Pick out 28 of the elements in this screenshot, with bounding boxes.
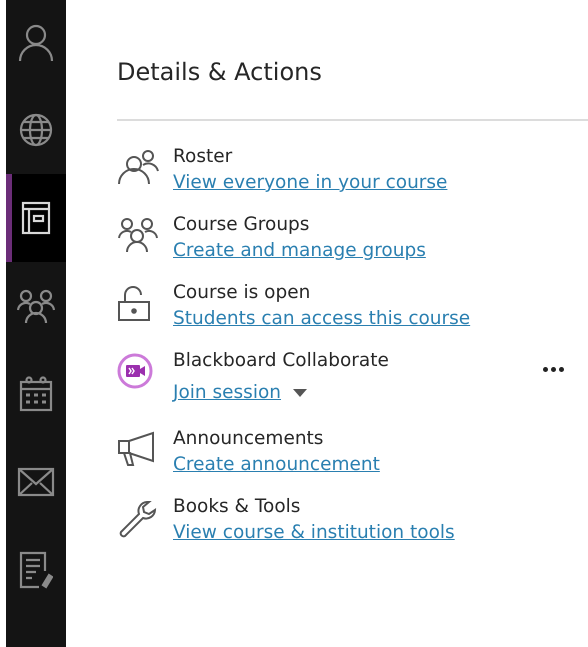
caret-icon[interactable] — [293, 389, 308, 397]
panel-title: Details & Actions — [117, 58, 323, 88]
unlocked-padlock-icon — [117, 285, 151, 321]
course-icon — [21, 201, 51, 235]
item-title: Roster — [173, 145, 234, 169]
action-link[interactable]: Create announcement — [173, 453, 380, 477]
item-title: Announcements — [173, 427, 324, 451]
action-link[interactable]: View everyone in your course — [173, 171, 448, 195]
item-title: Books & Tools — [173, 495, 302, 519]
grades-icon — [19, 551, 53, 589]
person-icon — [18, 23, 54, 63]
action-link[interactable]: Students can access this course — [173, 307, 470, 331]
item-title: Course Groups — [173, 213, 310, 237]
wrench-icon — [117, 499, 157, 539]
video-camera-icon — [117, 353, 153, 389]
groups-icon — [17, 288, 55, 324]
megaphone-icon — [117, 431, 157, 469]
mail-icon — [17, 467, 55, 497]
calendar-icon — [19, 376, 53, 412]
globe-icon — [19, 113, 53, 147]
action-link[interactable]: Create and manage groups — [173, 239, 426, 263]
sidebar-item[interactable] — [6, 174, 66, 262]
action-link[interactable]: Join session — [173, 381, 282, 405]
groups-icon — [117, 217, 159, 253]
action-link[interactable]: View course & institution tools — [173, 521, 455, 545]
item-title: Blackboard Collaborate — [173, 349, 389, 373]
people-icon — [117, 149, 159, 185]
item-title: Course is open — [173, 281, 312, 305]
